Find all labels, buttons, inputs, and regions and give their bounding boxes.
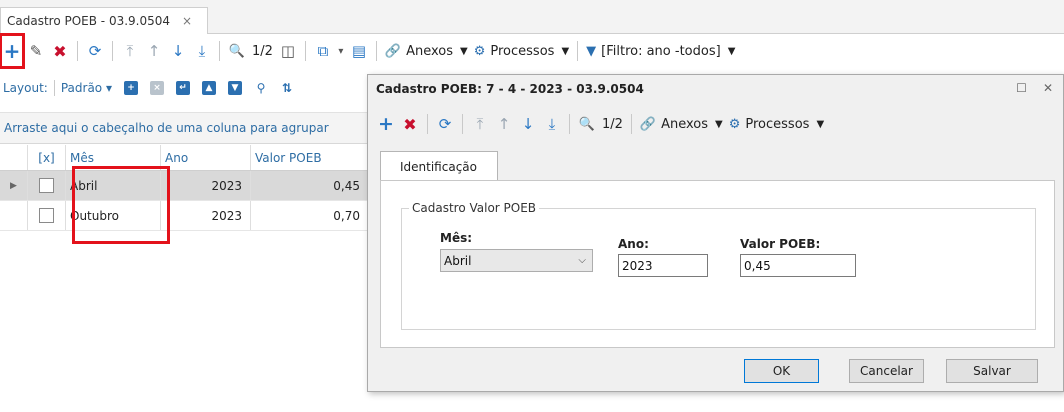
- move-down-icon[interactable]: ▼: [227, 81, 242, 95]
- dialog-titlebar: Cadastro POEB: 7 - 4 - 2023 - 03.9.0504 …: [368, 75, 1063, 103]
- search-icon[interactable]: 🔍: [226, 39, 248, 63]
- first-record-button[interactable]: ⤒: [119, 39, 141, 63]
- table-row[interactable]: Outubro 2023 0,70: [0, 201, 368, 231]
- group-legend: Cadastro Valor POEB: [409, 201, 540, 215]
- move-up-icon[interactable]: ▲: [201, 81, 216, 95]
- last-record-button[interactable]: ⤓: [191, 39, 213, 63]
- paperclip-icon: 🔗: [639, 116, 657, 132]
- valor-poeb-label: Valor POEB:: [740, 237, 821, 251]
- export-button[interactable]: ⧉: [312, 39, 334, 63]
- pin-icon[interactable]: ⚲: [254, 81, 268, 95]
- ok-button[interactable]: OK: [744, 359, 819, 383]
- refresh-button[interactable]: ⟳: [84, 39, 106, 63]
- maximize-icon[interactable]: ☐: [1016, 81, 1027, 95]
- chevron-down-icon: ▼: [816, 118, 825, 130]
- edit-dialog: Cadastro POEB: 7 - 4 - 2023 - 03.9.0504 …: [367, 74, 1064, 392]
- row-checkbox[interactable]: [39, 208, 54, 223]
- data-grid: [x] Mês Ano Valor POEB ▶ Abril 2023 0,45…: [0, 145, 368, 231]
- cancel-button[interactable]: Cancelar: [849, 359, 924, 383]
- chevron-down-icon: ▼: [727, 45, 736, 57]
- group-hint: Arraste aqui o cabeçalho de uma coluna p…: [4, 121, 329, 135]
- add-column-icon[interactable]: +: [123, 81, 138, 95]
- document-tab[interactable]: Cadastro POEB - 03.9.0504 ×: [0, 7, 208, 34]
- close-tab-icon[interactable]: ×: [182, 14, 192, 28]
- cell-ano[interactable]: 2023: [161, 201, 251, 230]
- dialog-toolbar: + ✖ ⟳ ⤒ ↑ ↓ ⤓ 🔍 1/2 🔗 Anexos ▼ ⚙ Process…: [374, 109, 827, 139]
- first-record-button[interactable]: ⤒: [469, 112, 491, 136]
- document-tabbar: Cadastro POEB - 03.9.0504 ×: [0, 0, 1064, 34]
- processos-label: Processos: [490, 43, 555, 59]
- cadastro-valor-group: Cadastro Valor POEB Mês: Abril ⌵ Ano: 20…: [401, 201, 1036, 330]
- table-row[interactable]: ▶ Abril 2023 0,45: [0, 171, 368, 201]
- close-icon[interactable]: ✕: [1043, 81, 1053, 95]
- column-header-valor[interactable]: Valor POEB: [251, 145, 368, 170]
- last-record-button[interactable]: ⤓: [541, 112, 563, 136]
- processos-label: Processos: [745, 116, 810, 132]
- export-dropdown-caret[interactable]: ▾: [336, 39, 346, 63]
- cell-valor[interactable]: 0,70: [251, 201, 368, 230]
- column-header-mes[interactable]: Mês: [66, 145, 161, 170]
- row-checkbox[interactable]: [39, 178, 54, 193]
- layout-value: Padrão: [60, 81, 103, 95]
- layout-label: Layout:: [3, 81, 48, 95]
- group-panel[interactable]: Arraste aqui o cabeçalho de uma coluna p…: [0, 112, 368, 144]
- paperclip-icon: 🔗: [384, 43, 402, 59]
- filter-label: [Filtro: ano -todos]: [601, 43, 721, 59]
- column-header-select[interactable]: [x]: [28, 145, 66, 170]
- add-button[interactable]: +: [0, 33, 25, 69]
- mes-label: Mês:: [440, 231, 473, 245]
- ano-label: Ano:: [618, 237, 649, 251]
- column-header-ano[interactable]: Ano: [161, 145, 251, 170]
- document-button[interactable]: ▤: [348, 39, 370, 63]
- processos-menu[interactable]: ⚙ Processos ▼: [474, 39, 569, 63]
- next-record-button[interactable]: ↓: [167, 39, 189, 63]
- gear-icon: ⚙: [473, 43, 486, 59]
- anexos-label: Anexos: [661, 116, 709, 132]
- tab-identificacao[interactable]: Identificação: [380, 151, 498, 181]
- processos-menu[interactable]: ⚙ Processos ▼: [729, 112, 824, 136]
- layout-bar: Layout: Padrão ▾ + × ↵ ▲ ▼ ⚲ ⇅: [0, 74, 300, 102]
- page-indicator: 1/2: [602, 116, 623, 132]
- chevron-down-icon: ⌵: [578, 255, 586, 266]
- mes-select-value: Abril: [444, 253, 472, 268]
- refresh-button[interactable]: ⟳: [434, 112, 456, 136]
- identificacao-panel: Cadastro Valor POEB Mês: Abril ⌵ Ano: 20…: [380, 180, 1055, 348]
- main-toolbar: + ✎ ✖ ⟳ ⤒ ↑ ↓ ⤓ 🔍 1/2 ◫ ⧉ ▾ ▤ 🔗 Anexos ▼…: [0, 33, 738, 69]
- cell-mes[interactable]: Outubro: [66, 201, 161, 230]
- remove-column-icon[interactable]: ×: [149, 81, 164, 95]
- page-indicator: 1/2: [252, 43, 273, 59]
- prev-record-button[interactable]: ↑: [143, 39, 165, 63]
- valor-poeb-field[interactable]: 0,45: [740, 254, 856, 277]
- sort-icon[interactable]: ⇅: [280, 81, 294, 95]
- ano-field[interactable]: 2023: [618, 254, 708, 277]
- filter-icon: ▼: [586, 43, 597, 59]
- dialog-title: Cadastro POEB: 7 - 4 - 2023 - 03.9.0504: [376, 82, 644, 96]
- cell-ano[interactable]: 2023: [161, 171, 251, 200]
- delete-button[interactable]: ✖: [49, 39, 71, 63]
- next-record-button[interactable]: ↓: [517, 112, 539, 136]
- add-button[interactable]: +: [375, 112, 397, 136]
- gear-icon: ⚙: [728, 116, 741, 132]
- enter-icon[interactable]: ↵: [175, 81, 190, 95]
- anexos-label: Anexos: [406, 43, 454, 59]
- chevron-down-icon: ▼: [561, 45, 570, 57]
- search-icon[interactable]: 🔍: [576, 112, 598, 136]
- delete-button[interactable]: ✖: [399, 112, 421, 136]
- document-tab-label: Cadastro POEB - 03.9.0504: [7, 14, 171, 28]
- anexos-menu[interactable]: 🔗 Anexos ▼: [385, 39, 468, 63]
- grid-header: [x] Mês Ano Valor POEB: [0, 145, 368, 171]
- prev-record-button[interactable]: ↑: [493, 112, 515, 136]
- anexos-menu[interactable]: 🔗 Anexos ▼: [640, 112, 723, 136]
- cell-mes[interactable]: Abril: [66, 171, 161, 200]
- chevron-down-icon: ▼: [715, 118, 723, 130]
- chevron-down-icon: ▼: [460, 45, 468, 57]
- layout-selector[interactable]: Padrão ▾: [61, 81, 112, 95]
- save-button[interactable]: Salvar: [946, 359, 1038, 383]
- edit-button[interactable]: ✎: [25, 39, 47, 63]
- row-indicator-icon: ▶: [0, 171, 28, 200]
- filter-menu[interactable]: ▼ [Filtro: ano -todos] ▼: [586, 39, 735, 63]
- cell-valor[interactable]: 0,45: [251, 171, 368, 200]
- layout-toggle-button[interactable]: ◫: [277, 39, 299, 63]
- mes-select[interactable]: Abril ⌵: [440, 249, 593, 272]
